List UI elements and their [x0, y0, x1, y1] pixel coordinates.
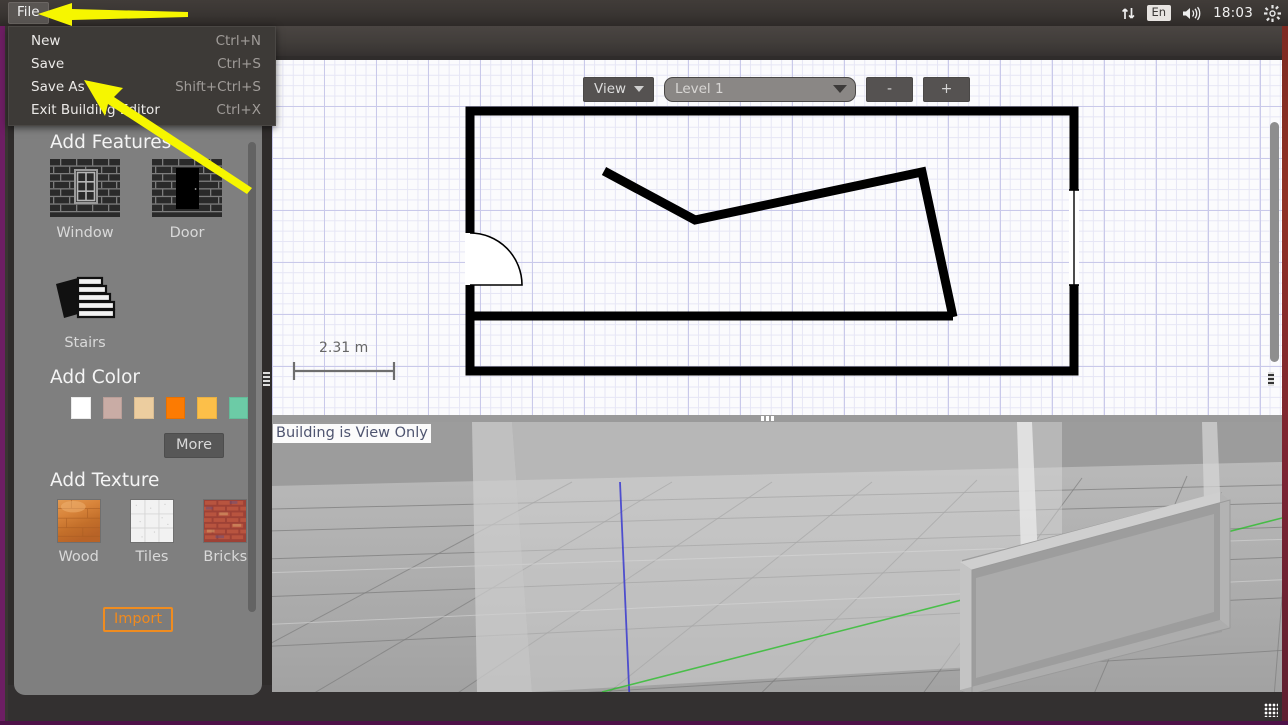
- level-select[interactable]: Level 1: [664, 77, 857, 102]
- keyboard-layout-indicator[interactable]: En: [1146, 5, 1172, 21]
- wood-texture-icon: [56, 499, 101, 543]
- import-button[interactable]: Import: [102, 607, 174, 632]
- menu-item-new-label: New: [31, 33, 61, 49]
- menu-item-save-label: Save: [31, 56, 65, 72]
- texture-row: Wood Tiles Bricks: [28, 499, 248, 565]
- window-right-accent-edge: [1282, 22, 1288, 725]
- tiles-texture-icon: [129, 499, 174, 543]
- menu-item-save-accel: Ctrl+S: [217, 56, 261, 72]
- screen-root: 2.31 m View Level 1 - + Building is View…: [0, 0, 1288, 725]
- menu-item-exit-label: Exit Building Editor: [31, 102, 160, 118]
- texture-wood[interactable]: Wood: [56, 499, 101, 565]
- more-colors-button[interactable]: More: [164, 433, 224, 458]
- canvas-toolbar: View Level 1 - +: [583, 77, 971, 102]
- gear-icon[interactable]: [1264, 4, 1281, 22]
- view3d-status-text: Building is View Only: [273, 424, 431, 443]
- texture-wood-label: Wood: [58, 549, 99, 565]
- features-row-2: Stairs: [28, 269, 248, 351]
- color-swatch-5[interactable]: [228, 397, 248, 419]
- scale-bar: [292, 362, 396, 380]
- horizontal-splitter[interactable]: [272, 415, 1282, 422]
- texture-bricks-label: Bricks: [203, 549, 248, 565]
- zoom-in-button[interactable]: +: [923, 77, 971, 102]
- menu-file[interactable]: File: [8, 2, 49, 24]
- left-panel-splitter-handle[interactable]: [263, 372, 270, 386]
- building-tools-panel: Wall Add Features: [14, 90, 262, 695]
- menu-item-save-as-label: Save As: [31, 79, 85, 95]
- menu-item-exit-building-editor[interactable]: Exit Building Editor Ctrl+X: [9, 99, 275, 122]
- splitter-grip[interactable]: [761, 416, 775, 421]
- panel-scroll-thumb[interactable]: [248, 142, 256, 612]
- color-swatch-1[interactable]: [102, 397, 122, 419]
- add-features-heading: Add Features: [50, 132, 172, 153]
- resize-grip-icon[interactable]: [1264, 703, 1278, 717]
- panel-vertical-scrollbar[interactable]: [248, 142, 256, 642]
- color-swatch-2[interactable]: [134, 397, 154, 419]
- canvas-vertical-scrollbar[interactable]: [1270, 60, 1279, 415]
- canvas-scroll-thumb[interactable]: [1270, 122, 1279, 362]
- clock-label[interactable]: 18:03: [1213, 5, 1253, 21]
- tools-scroll-container: Wall Add Features: [14, 90, 262, 695]
- door-symbol: [465, 232, 523, 286]
- color-swatch-4[interactable]: [197, 397, 217, 419]
- feature-stairs[interactable]: Stairs: [50, 269, 120, 351]
- window-symbol: [1069, 189, 1079, 286]
- add-texture-heading: Add Texture: [50, 470, 160, 491]
- bricks-texture-icon: [203, 499, 248, 543]
- menu-item-exit-accel: Ctrl+X: [216, 102, 261, 118]
- feature-door-label: Door: [169, 225, 205, 241]
- chevron-down-icon: [833, 85, 848, 93]
- level-select-value: Level 1: [675, 81, 724, 97]
- feature-door[interactable]: Door: [152, 159, 222, 241]
- stairs-icon: [56, 276, 116, 319]
- chevron-down-icon: [634, 86, 645, 92]
- zoom-out-button[interactable]: -: [866, 77, 914, 102]
- more-colors-row: More: [28, 433, 248, 458]
- add-color-heading: Add Color: [50, 367, 140, 388]
- 3d-scene: [272, 422, 1282, 692]
- texture-bricks[interactable]: Bricks: [203, 499, 248, 565]
- door-brick-icon: [152, 159, 222, 217]
- window-left-border: [5, 22, 8, 725]
- menu-item-new[interactable]: New Ctrl+N: [9, 30, 275, 53]
- texture-tiles[interactable]: Tiles: [129, 499, 174, 565]
- system-tray: En 18:03: [1121, 4, 1288, 22]
- file-dropdown-menu: New Ctrl+N Save Ctrl+S Save As Shift+Ctr…: [8, 26, 276, 126]
- texture-tiles-label: Tiles: [135, 549, 169, 565]
- menu-item-new-accel: Ctrl+N: [215, 33, 261, 49]
- window-brick-icon: [50, 159, 120, 217]
- right-panel-splitter-handle[interactable]: [1268, 372, 1274, 386]
- network-icon[interactable]: [1121, 6, 1136, 21]
- import-row: Import: [28, 607, 248, 632]
- view-menu-button[interactable]: View: [583, 77, 655, 102]
- window-bottom-accent-edge: [0, 721, 1288, 725]
- features-row-1: Window Door: [28, 159, 248, 241]
- color-swatch-row: [28, 397, 248, 419]
- menu-item-save-as-accel: Shift+Ctrl+S: [175, 79, 261, 95]
- color-swatch-3[interactable]: [165, 397, 185, 419]
- 3d-viewport[interactable]: Building is View Only: [272, 422, 1282, 692]
- desktop-top-panel: File En 18:03: [0, 0, 1288, 26]
- scale-bar-label: 2.31 m: [319, 340, 369, 356]
- feature-window-label: Window: [56, 225, 114, 241]
- feature-window[interactable]: Window: [50, 159, 120, 241]
- view-menu-label: View: [594, 81, 627, 97]
- menu-item-save-as[interactable]: Save As Shift+Ctrl+S: [9, 76, 275, 99]
- color-swatch-0[interactable]: [71, 397, 91, 419]
- feature-stairs-label: Stairs: [64, 335, 106, 351]
- floorplan-canvas[interactable]: 2.31 m View Level 1 - +: [272, 60, 1282, 415]
- floorplan-drawing: [292, 106, 1079, 380]
- menu-item-save[interactable]: Save Ctrl+S: [9, 53, 275, 76]
- speaker-icon[interactable]: [1182, 6, 1202, 21]
